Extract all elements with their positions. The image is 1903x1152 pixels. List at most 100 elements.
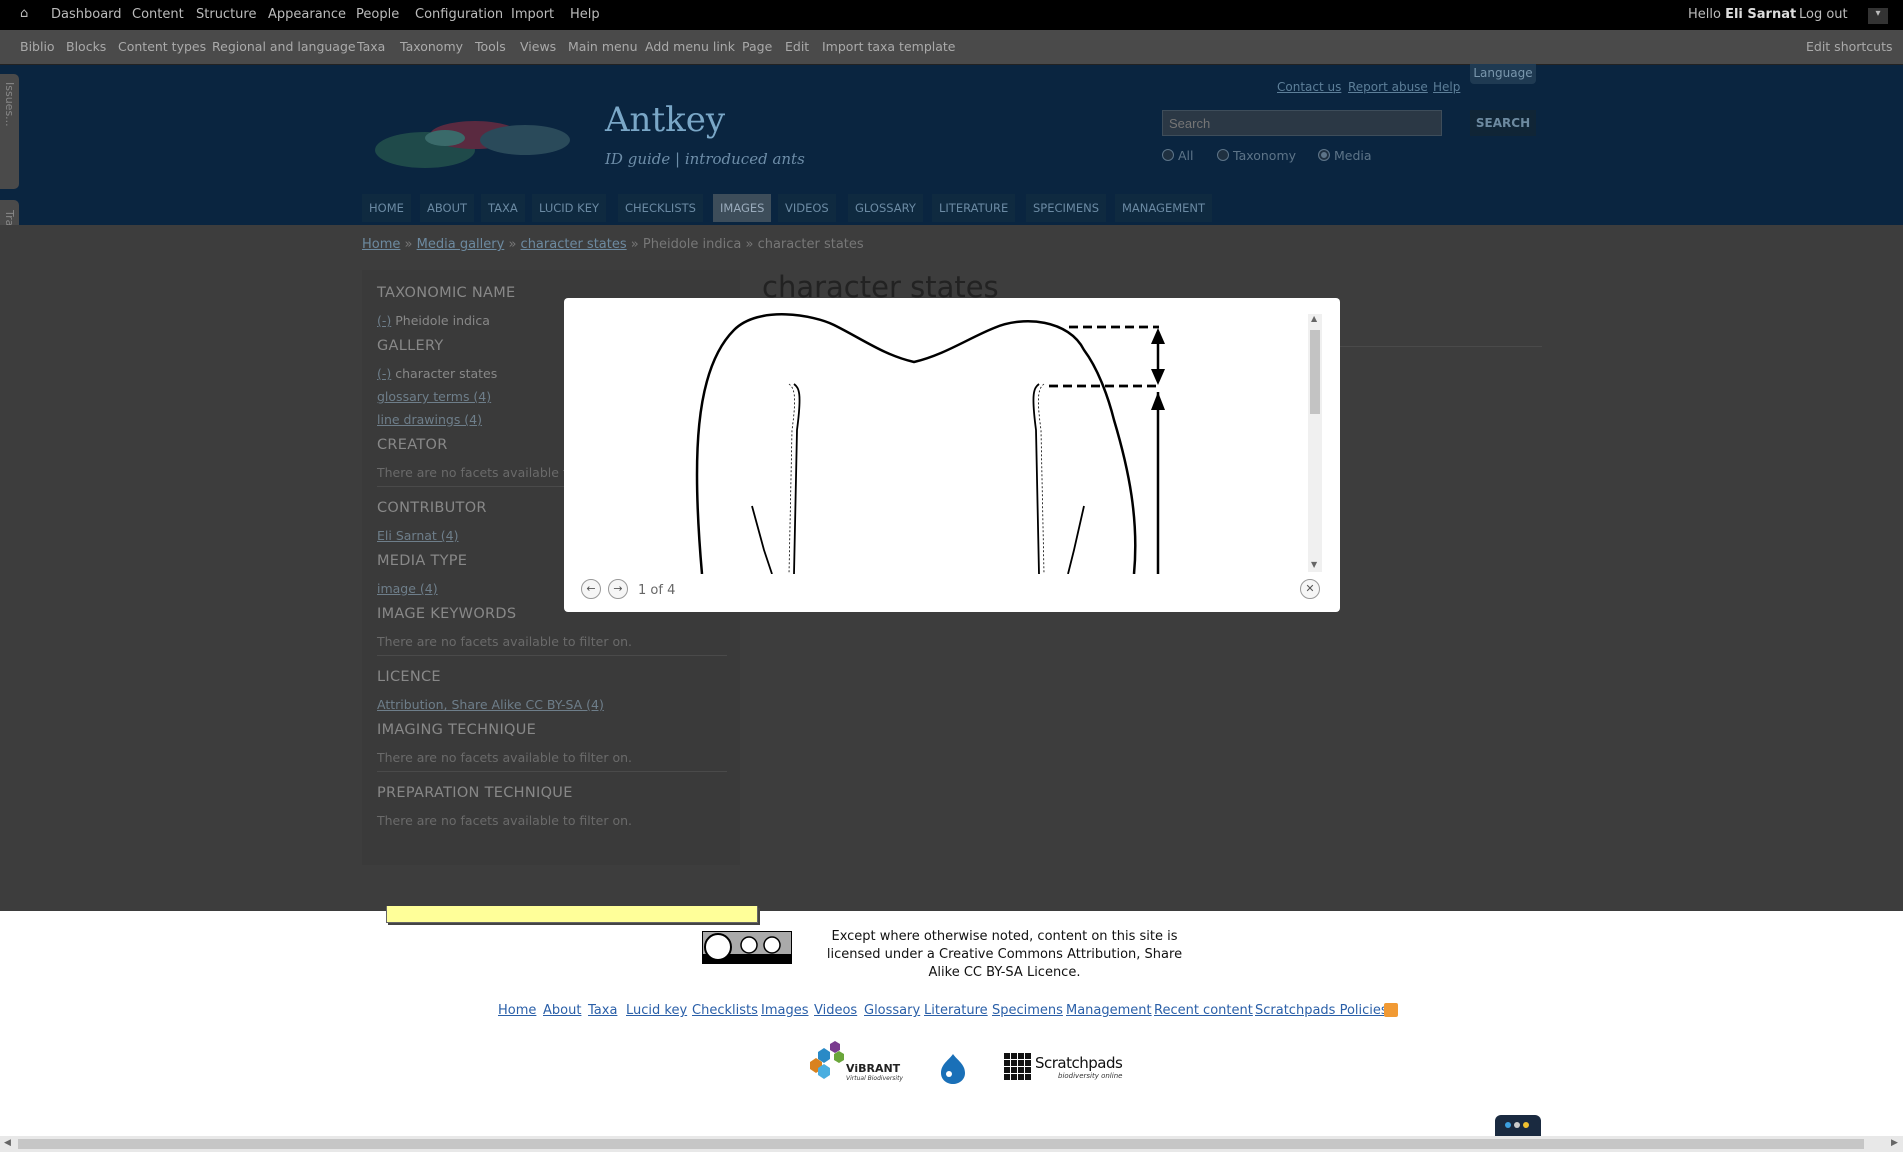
toggle-shortcuts-icon[interactable]: ▾ <box>1868 8 1888 24</box>
facet-divider <box>377 771 727 772</box>
footer-link-glossary[interactable]: Glossary <box>864 1003 920 1018</box>
search-option-all[interactable]: All <box>1162 148 1194 163</box>
facet-link-licence[interactable]: Attribution, Share Alike CC BY-SA (4) <box>377 697 604 712</box>
breadcrumb-media-gallery[interactable]: Media gallery <box>417 237 505 252</box>
footer-link-specimens[interactable]: Specimens <box>992 1003 1063 1018</box>
facet-title-licence: LICENCE <box>377 669 441 685</box>
shortcut-taxonomy[interactable]: Taxonomy <box>400 39 463 54</box>
admin-menu-import[interactable]: Import <box>511 7 554 22</box>
search-input[interactable] <box>1162 110 1442 136</box>
admin-menu-help[interactable]: Help <box>570 7 600 22</box>
scroll-right-icon[interactable]: ▶ <box>1891 1138 1898 1148</box>
site-logo[interactable] <box>365 110 585 175</box>
shortcut-tools[interactable]: Tools <box>475 39 506 54</box>
tab-about[interactable]: ABOUT <box>420 194 475 222</box>
footer-link-videos[interactable]: Videos <box>814 1003 857 1018</box>
footer-link-management[interactable]: Management <box>1066 1003 1152 1018</box>
shortcut-biblio[interactable]: Biblio <box>20 39 55 54</box>
cc-by-sa-icon[interactable] <box>702 931 792 964</box>
facet-title-preparation-technique: PREPARATION TECHNIQUE <box>377 785 573 801</box>
shortcut-views[interactable]: Views <box>520 39 556 54</box>
admin-user-name[interactable]: Eli Sarnat <box>1725 7 1796 22</box>
tab-videos[interactable]: VIDEOS <box>778 194 836 222</box>
footer-link-scratchpads-policies[interactable]: Scratchpads Policies <box>1255 1003 1388 1018</box>
admin-toolbar: ⌂ Dashboard Content Structure Appearance… <box>0 0 1903 30</box>
tab-home[interactable]: HOME <box>362 194 411 222</box>
facet-title-creator: CREATOR <box>377 437 448 453</box>
rss-icon[interactable] <box>1384 1003 1398 1017</box>
shortcut-regional-language[interactable]: Regional and language <box>212 39 356 54</box>
arrow-right-icon: → <box>613 582 623 595</box>
facet-link-line-drawings[interactable]: line drawings (4) <box>377 412 482 427</box>
language-button[interactable]: Language <box>1470 64 1536 84</box>
footer-link-lucid-key[interactable]: Lucid key <box>626 1003 687 1018</box>
shortcut-edit[interactable]: Edit <box>785 39 809 54</box>
lightbox-scrollbar-thumb[interactable] <box>1310 330 1320 414</box>
shortcut-add-menu-link[interactable]: Add menu link <box>645 39 735 54</box>
facet-empty-preparation-technique: There are no facets available to filter … <box>377 813 633 828</box>
site-name[interactable]: Antkey <box>605 100 725 140</box>
facet-title-contributor: CONTRIBUTOR <box>377 500 487 516</box>
tab-images[interactable]: IMAGES <box>713 194 772 222</box>
close-lightbox-button[interactable]: ✕ <box>1300 579 1320 599</box>
scroll-left-icon[interactable]: ◀ <box>4 1138 11 1148</box>
vibrant-logo[interactable]: ViBRANT Virtual Biodiversity <box>802 1040 903 1082</box>
shortcut-taxa[interactable]: Taxa <box>357 39 385 54</box>
search-button[interactable]: SEARCH <box>1470 110 1536 136</box>
status-dots-badge[interactable] <box>1495 1115 1541 1137</box>
footer-link-checklists[interactable]: Checklists <box>692 1003 758 1018</box>
footer-link-taxa[interactable]: Taxa <box>588 1003 617 1018</box>
home-icon[interactable]: ⌂ <box>20 6 28 21</box>
previous-image-button[interactable]: ← <box>581 579 601 599</box>
shortcut-content-types[interactable]: Content types <box>118 39 206 54</box>
next-image-button[interactable]: → <box>608 579 628 599</box>
facet-empty-creator: There are no facets available to <box>377 465 576 480</box>
issues-tab[interactable]: Issues... <box>0 74 19 189</box>
tab-taxa[interactable]: TAXA <box>481 194 525 222</box>
scroll-up-icon[interactable]: ▲ <box>1311 314 1317 323</box>
contact-us-link[interactable]: Contact us <box>1277 80 1341 94</box>
breadcrumb-home[interactable]: Home <box>362 237 400 252</box>
horizontal-scrollbar-thumb[interactable] <box>18 1139 1864 1149</box>
facet-link-glossary-terms[interactable]: glossary terms (4) <box>377 389 491 404</box>
tab-specimens[interactable]: SPECIMENS <box>1026 194 1107 222</box>
admin-menu-people[interactable]: People <box>356 7 399 22</box>
footer-link-home[interactable]: Home <box>498 1003 536 1018</box>
admin-menu-structure[interactable]: Structure <box>196 7 256 22</box>
report-abuse-link[interactable]: Report abuse <box>1348 80 1428 94</box>
radio-selected-icon <box>1318 149 1330 161</box>
admin-menu-content[interactable]: Content <box>132 7 184 22</box>
help-link[interactable]: Help <box>1433 80 1460 94</box>
tab-literature[interactable]: LITERATURE <box>932 194 1016 222</box>
lightbox-image[interactable] <box>584 310 1304 574</box>
tab-management[interactable]: MANAGEMENT <box>1115 194 1213 222</box>
admin-menu-dashboard[interactable]: Dashboard <box>51 7 122 22</box>
admin-menu-configuration[interactable]: Configuration <box>415 7 503 22</box>
scratchpads-logo[interactable]: Scratchpads biodiversity online <box>1004 1052 1123 1082</box>
shortcut-page[interactable]: Page <box>742 39 772 54</box>
shortcut-main-menu[interactable]: Main menu <box>568 39 638 54</box>
remove-taxon-filter-link[interactable]: (-) <box>377 313 391 328</box>
shortcut-bar: Biblio Blocks Content types Regional and… <box>0 30 1903 65</box>
logout-link[interactable]: Log out <box>1799 7 1848 22</box>
remove-gallery-filter-link[interactable]: (-) <box>377 366 391 381</box>
search-option-taxonomy[interactable]: Taxonomy <box>1217 148 1296 163</box>
tab-checklists[interactable]: CHECKLISTS <box>618 194 703 222</box>
edit-shortcuts-link[interactable]: Edit shortcuts <box>1806 39 1893 54</box>
footer-link-about[interactable]: About <box>543 1003 581 1018</box>
footer-link-recent-content[interactable]: Recent content <box>1154 1003 1253 1018</box>
footer-link-images[interactable]: Images <box>761 1003 809 1018</box>
shortcut-blocks[interactable]: Blocks <box>66 39 106 54</box>
facet-divider <box>377 655 727 656</box>
shortcut-import-taxa-template[interactable]: Import taxa template <box>822 39 955 54</box>
tab-glossary[interactable]: GLOSSARY <box>848 194 923 222</box>
breadcrumb-character-states[interactable]: character states <box>521 237 627 252</box>
admin-menu-appearance[interactable]: Appearance <box>268 7 346 22</box>
scroll-down-icon[interactable]: ▼ <box>1311 560 1317 569</box>
tab-lucid-key[interactable]: LUCID KEY <box>532 194 607 222</box>
facet-link-eli-sarnat[interactable]: Eli Sarnat (4) <box>377 528 459 543</box>
drupal-logo-icon[interactable] <box>939 1053 967 1085</box>
footer-link-literature[interactable]: Literature <box>924 1003 988 1018</box>
facet-link-image[interactable]: image (4) <box>377 581 438 596</box>
search-option-media[interactable]: Media <box>1318 148 1372 163</box>
